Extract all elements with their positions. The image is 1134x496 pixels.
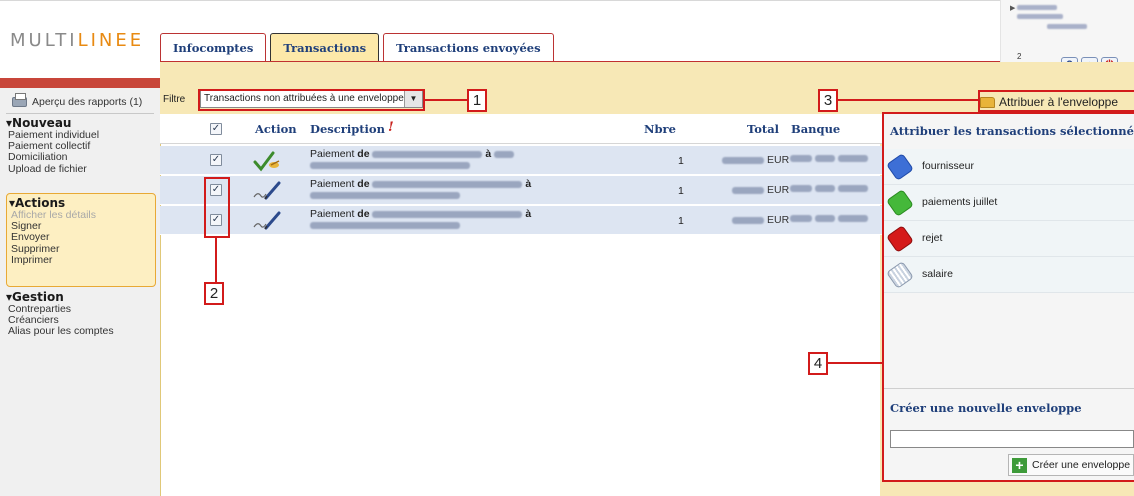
- callout-1: 1: [467, 89, 487, 112]
- row-total: EUR: [722, 184, 789, 196]
- envelope-label: salaire: [922, 268, 953, 280]
- striped-envelope-icon: [886, 261, 914, 289]
- row-nbre: 1: [678, 185, 684, 197]
- table-row[interactable]: ✓ Paiement de à 1 EUR: [160, 176, 882, 205]
- redacted-account: [372, 150, 483, 158]
- report-preview-label: Aperçu des rapports (1): [32, 96, 143, 108]
- envelope-item-paiements-juillet[interactable]: paiements juillet: [884, 185, 1134, 221]
- create-envelope-button[interactable]: + Créer une enveloppe: [1008, 454, 1134, 476]
- filter-label: Filtre: [163, 94, 186, 105]
- tab-transactions[interactable]: Transactions: [270, 33, 380, 63]
- row-description: Paiement de à: [310, 179, 630, 201]
- new-envelope-title: Créer une nouvelle enveloppe: [890, 401, 1082, 415]
- column-description[interactable]: Description: [310, 122, 385, 136]
- sidebar-header-bar: [0, 78, 160, 88]
- envelope-label: fournisseur: [922, 160, 974, 172]
- row-description: Paiement de à: [310, 209, 630, 231]
- callout-connector: [215, 238, 217, 282]
- tab-transactions-envoyees[interactable]: Transactions envoyées: [383, 33, 554, 62]
- envelope-panel-title: Attribuer les transactions sélectionnées…: [890, 124, 1134, 138]
- green-envelope-icon: [886, 189, 914, 217]
- user-company-redacted: [1047, 24, 1087, 29]
- row-bank: [790, 185, 868, 192]
- top-rule: [0, 0, 1000, 1]
- sign-pen-icon[interactable]: [252, 180, 282, 202]
- section-gestion: ▾Gestion Contreparties Créanciers Alias …: [6, 290, 156, 338]
- envelope-item-rejet[interactable]: rejet: [884, 221, 1134, 257]
- section-gestion-title[interactable]: ▾Gestion: [6, 290, 156, 304]
- callout-highlight-checkboxes: [204, 177, 230, 238]
- row-checkbox[interactable]: ✓: [210, 154, 222, 166]
- report-preview-link[interactable]: Aperçu des rapports (1): [12, 93, 143, 108]
- blue-envelope-icon: [886, 153, 914, 181]
- envelope-list: fournisseur paiements juillet rejet sala…: [884, 149, 1134, 293]
- redacted-amount: [722, 156, 764, 164]
- column-action[interactable]: Action: [255, 122, 297, 136]
- envelope-item-fournisseur[interactable]: fournisseur: [884, 149, 1134, 185]
- callout-2: 2: [204, 282, 224, 305]
- row-total: EUR: [722, 214, 789, 226]
- section-nouveau-title[interactable]: ▾Nouveau: [6, 116, 156, 130]
- redacted-account: [372, 180, 523, 188]
- section-actions-title[interactable]: ▾Actions: [9, 196, 155, 210]
- table-row[interactable]: ✓ Paiement de à 1 EUR: [160, 146, 882, 175]
- envelope-item-salaire[interactable]: salaire: [884, 257, 1134, 293]
- new-envelope-input[interactable]: [890, 430, 1134, 448]
- nav-domiciliation[interactable]: Domiciliation: [6, 152, 156, 163]
- row-total: EUR: [722, 154, 789, 166]
- callout-4: 4: [808, 352, 828, 375]
- red-envelope-icon: [886, 225, 914, 253]
- callout-connector: [828, 362, 882, 364]
- section-nouveau: ▾Nouveau Paiement individuel Paiement co…: [6, 116, 156, 175]
- row-description: Paiement de à: [310, 149, 630, 171]
- callout-connector: [425, 99, 467, 101]
- nav-upload-fichier[interactable]: Upload de fichier: [6, 163, 156, 175]
- nav-divider: [6, 113, 154, 114]
- signed-check-icon[interactable]: [252, 150, 282, 172]
- redacted-account: [310, 191, 460, 199]
- callout-highlight-assign: [978, 90, 1134, 112]
- row-nbre: 1: [678, 155, 684, 167]
- select-all-checkbox[interactable]: ✓: [210, 123, 222, 135]
- envelope-label: paiements juillet: [922, 196, 998, 208]
- table-row[interactable]: ✓ Paiement de à 1 EUR: [160, 206, 882, 235]
- nav-envoyer[interactable]: Envoyer: [9, 232, 155, 243]
- redacted-account: [310, 221, 460, 229]
- priority-flag-header: !: [388, 120, 394, 135]
- left-navigation: Aperçu des rapports (1) ▾Nouveau Paiemen…: [0, 88, 160, 496]
- column-banque[interactable]: Banque: [791, 122, 840, 136]
- redacted-amount: [732, 216, 764, 224]
- printer-icon: [12, 93, 27, 107]
- row-bank: [790, 215, 868, 222]
- multiline-logo: MULTILINEE: [10, 30, 145, 51]
- nav-imprimer[interactable]: Imprimer: [9, 254, 155, 266]
- column-total[interactable]: Total: [747, 122, 779, 136]
- user-expand-icon[interactable]: ▶: [1010, 4, 1015, 12]
- nav-alias-comptes[interactable]: Alias pour les comptes: [6, 326, 156, 337]
- envelope-panel: Attribuer les transactions sélectionnées…: [882, 112, 1134, 482]
- row-bank: [790, 155, 868, 162]
- redacted-account: [372, 210, 523, 218]
- user-account-redacted: [1017, 14, 1063, 19]
- redacted-account: [310, 161, 470, 169]
- redacted-amount: [732, 186, 764, 194]
- envelope-divider: [884, 388, 1134, 389]
- sign-pen-icon[interactable]: [252, 210, 282, 232]
- create-envelope-label: Créer une enveloppe: [1032, 459, 1131, 471]
- plus-icon: +: [1012, 457, 1027, 473]
- envelope-label: rejet: [922, 232, 943, 244]
- callout-3: 3: [818, 89, 838, 112]
- main-tabs: Infocomptes Transactions Transactions en…: [160, 33, 558, 63]
- callout-connector: [838, 99, 980, 101]
- row-nbre: 1: [678, 215, 684, 227]
- section-actions: ▾Actions Afficher les détails Signer Env…: [6, 193, 156, 287]
- tab-infocomptes[interactable]: Infocomptes: [160, 33, 267, 62]
- callout-highlight-filter: [198, 89, 425, 111]
- user-name-redacted: [1017, 5, 1057, 10]
- transactions-table-header: ✓ ! Action Description Nbre Total Banque: [160, 114, 882, 144]
- column-nbre[interactable]: Nbre: [644, 122, 676, 136]
